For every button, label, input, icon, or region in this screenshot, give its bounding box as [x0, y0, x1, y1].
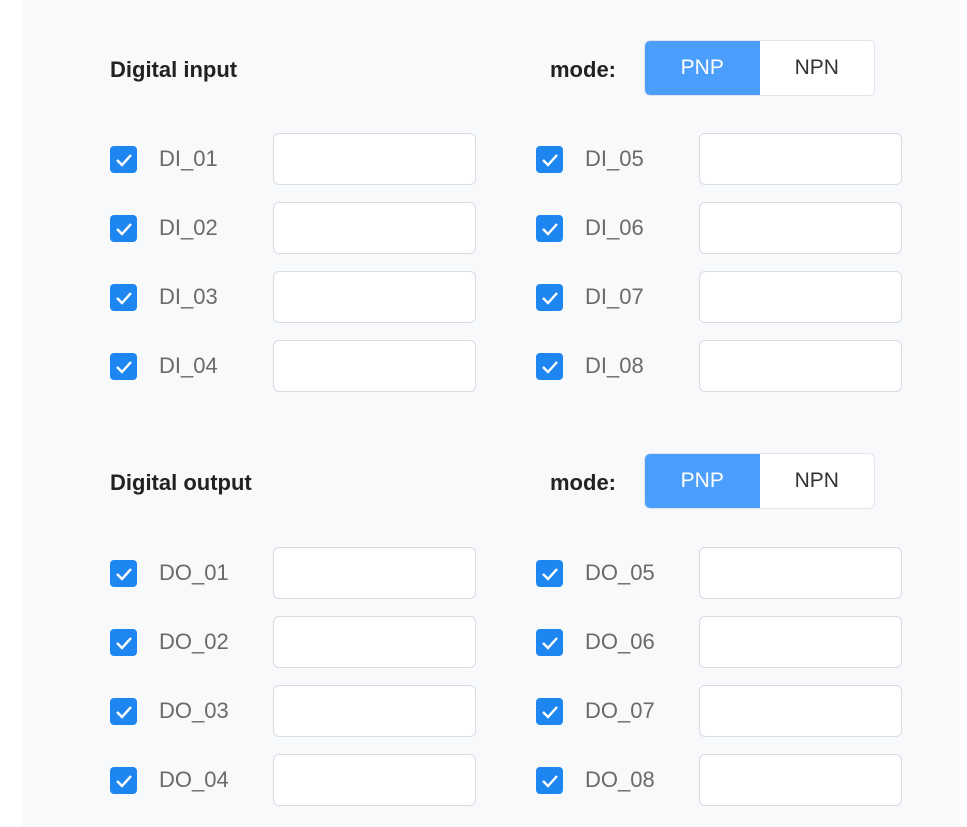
- do-02-input[interactable]: [273, 616, 476, 668]
- checkmark-icon: [541, 153, 558, 167]
- di-05-input[interactable]: [699, 133, 902, 185]
- io-config-panel: Digital input mode: PNP NPN DI_01 DI_02 …: [22, 0, 960, 827]
- do-05-label: DO_05: [585, 560, 655, 585]
- checkmark-icon: [541, 567, 558, 581]
- checkmark-icon: [115, 705, 132, 719]
- di-05-label: DI_05: [585, 146, 644, 171]
- checkmark-icon: [541, 705, 558, 719]
- di-04-label: DI_04: [159, 353, 218, 378]
- checkmark-icon: [115, 291, 132, 305]
- di-08-label: DI_08: [585, 353, 644, 378]
- checkmark-icon: [115, 360, 132, 374]
- di-08-checkbox[interactable]: [536, 353, 563, 380]
- digital-input-title: Digital input: [110, 57, 238, 82]
- di-01-label: DI_01: [159, 146, 218, 171]
- di-03-label: DI_03: [159, 284, 218, 309]
- do-02-label: DO_02: [159, 629, 229, 654]
- di-07-input[interactable]: [699, 271, 902, 323]
- do-07-checkbox[interactable]: [536, 698, 563, 725]
- checkmark-icon: [115, 636, 132, 650]
- do-06-input[interactable]: [699, 616, 902, 668]
- do-07-input[interactable]: [699, 685, 902, 737]
- digital-output-mode-npn-button[interactable]: NPN: [760, 454, 875, 508]
- di-05-checkbox[interactable]: [536, 146, 563, 173]
- checkmark-icon: [115, 153, 132, 167]
- do-06-label: DO_06: [585, 629, 655, 654]
- di-03-checkbox[interactable]: [110, 284, 137, 311]
- digital-output-mode-label: mode:: [550, 470, 616, 495]
- di-02-input[interactable]: [273, 202, 476, 254]
- checkmark-icon: [541, 360, 558, 374]
- do-03-checkbox[interactable]: [110, 698, 137, 725]
- di-03-input[interactable]: [273, 271, 476, 323]
- di-06-checkbox[interactable]: [536, 215, 563, 242]
- di-07-checkbox[interactable]: [536, 284, 563, 311]
- digital-input-mode-label: mode:: [550, 57, 616, 82]
- do-07-label: DO_07: [585, 698, 655, 723]
- checkmark-icon: [541, 774, 558, 788]
- do-08-label: DO_08: [585, 767, 655, 792]
- checkmark-icon: [115, 222, 132, 236]
- di-04-input[interactable]: [273, 340, 476, 392]
- checkmark-icon: [541, 222, 558, 236]
- checkmark-icon: [115, 567, 132, 581]
- di-01-checkbox[interactable]: [110, 146, 137, 173]
- do-04-input[interactable]: [273, 754, 476, 806]
- do-01-label: DO_01: [159, 560, 229, 585]
- do-08-checkbox[interactable]: [536, 767, 563, 794]
- di-07-label: DI_07: [585, 284, 644, 309]
- digital-input-mode-toggle: PNP NPN: [644, 40, 875, 96]
- do-05-checkbox[interactable]: [536, 560, 563, 587]
- do-04-label: DO_04: [159, 767, 229, 792]
- digital-output-mode-toggle: PNP NPN: [644, 453, 875, 509]
- di-02-label: DI_02: [159, 215, 218, 240]
- do-08-input[interactable]: [699, 754, 902, 806]
- di-04-checkbox[interactable]: [110, 353, 137, 380]
- do-03-label: DO_03: [159, 698, 229, 723]
- di-01-input[interactable]: [273, 133, 476, 185]
- digital-input-mode-npn-button[interactable]: NPN: [760, 41, 875, 95]
- do-03-input[interactable]: [273, 685, 476, 737]
- do-04-checkbox[interactable]: [110, 767, 137, 794]
- di-06-label: DI_06: [585, 215, 644, 240]
- do-01-checkbox[interactable]: [110, 560, 137, 587]
- do-01-input[interactable]: [273, 547, 476, 599]
- do-02-checkbox[interactable]: [110, 629, 137, 656]
- di-02-checkbox[interactable]: [110, 215, 137, 242]
- do-06-checkbox[interactable]: [536, 629, 563, 656]
- checkmark-icon: [115, 774, 132, 788]
- digital-input-mode-pnp-button[interactable]: PNP: [645, 41, 760, 95]
- digital-output-title: Digital output: [110, 470, 252, 495]
- checkmark-icon: [541, 291, 558, 305]
- checkmark-icon: [541, 636, 558, 650]
- di-08-input[interactable]: [699, 340, 902, 392]
- do-05-input[interactable]: [699, 547, 902, 599]
- digital-output-mode-pnp-button[interactable]: PNP: [645, 454, 760, 508]
- di-06-input[interactable]: [699, 202, 902, 254]
